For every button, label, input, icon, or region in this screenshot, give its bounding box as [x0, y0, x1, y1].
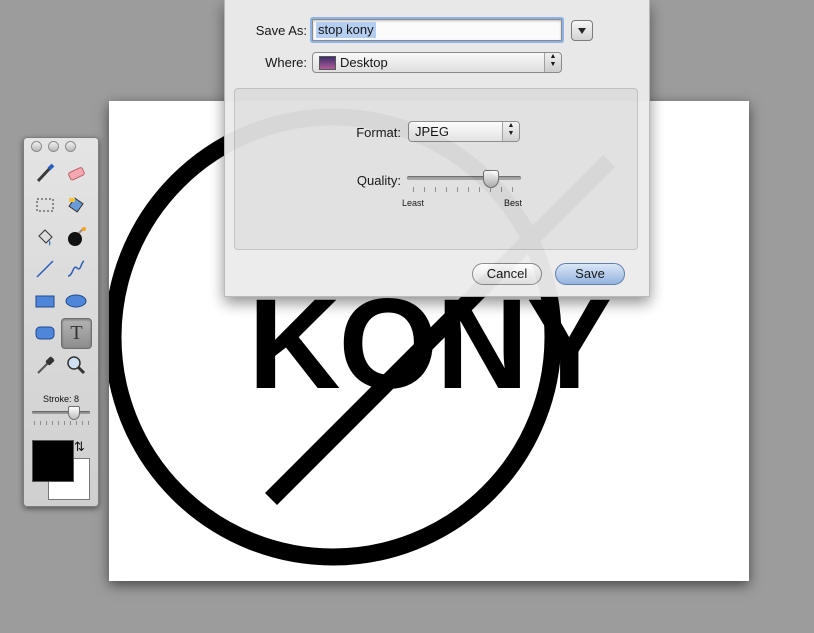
format-popup[interactable]: JPEG ▲ ▼ [408, 121, 520, 142]
quality-slider-track[interactable] [407, 176, 521, 180]
tool-palette: T Stroke: 8 ⇅ [23, 137, 99, 507]
stroke-slider-knob[interactable] [68, 406, 80, 420]
paint-bucket-icon[interactable] [32, 224, 58, 250]
quality-slider-ticks [413, 187, 523, 192]
where-popup[interactable]: Desktop ▲ ▼ [312, 52, 562, 73]
where-label: Where: [265, 55, 307, 70]
format-label: Format: [356, 125, 401, 140]
stroke-slider-track[interactable] [32, 411, 90, 414]
rectangle-icon[interactable] [32, 288, 58, 314]
eraser-icon[interactable] [63, 160, 89, 186]
selection-icon[interactable] [32, 192, 58, 218]
quality-max-label: Best [504, 198, 523, 208]
quality-label: Quality: [356, 173, 401, 188]
text-tool-glyph: T [70, 322, 83, 344]
quality-slider-knob[interactable] [483, 170, 499, 188]
desktop-folder-icon [319, 56, 336, 70]
zoom-icon[interactable] [63, 352, 89, 378]
save-button[interactable]: Save [555, 263, 625, 285]
stroke-slider-ticks [34, 421, 90, 425]
text-tool-icon[interactable]: T [61, 318, 92, 349]
cancel-button[interactable]: Cancel [472, 263, 542, 285]
curve-icon[interactable] [63, 256, 89, 282]
save-as-label: Save As: [255, 23, 307, 38]
minimize-button[interactable] [48, 141, 59, 152]
format-value: JPEG [415, 124, 449, 139]
bomb-icon[interactable] [63, 224, 89, 250]
quality-min-label: Least [402, 198, 425, 208]
chevron-down-icon [578, 27, 586, 34]
where-value: Desktop [340, 55, 388, 70]
palette-titlebar [24, 138, 98, 154]
popup-arrows-icon: ▲ ▼ [544, 53, 561, 72]
rounded-rectangle-icon[interactable] [32, 320, 58, 346]
stroke-label: Stroke: 8 [42, 394, 80, 404]
filename-field[interactable]: stop kony [312, 19, 562, 41]
save-dialog: Save As: stop kony Where: Desktop ▲ ▼ For… [224, 0, 650, 297]
format-options-box [234, 88, 638, 250]
zoom-button[interactable] [65, 141, 76, 152]
expand-dialog-button[interactable] [571, 20, 593, 41]
ellipse-icon[interactable] [63, 288, 89, 314]
eyedropper-icon[interactable] [32, 352, 58, 378]
close-button[interactable] [31, 141, 42, 152]
fill-bucket-icon[interactable] [63, 192, 89, 218]
kony-text: KONY [248, 273, 612, 416]
swap-colors-icon[interactable]: ⇅ [74, 440, 88, 454]
brush-icon[interactable] [32, 160, 58, 186]
foreground-color-swatch[interactable] [32, 440, 74, 482]
line-icon[interactable] [32, 256, 58, 282]
popup-arrows-icon: ▲ ▼ [502, 122, 519, 141]
filename-value: stop kony [316, 22, 376, 38]
